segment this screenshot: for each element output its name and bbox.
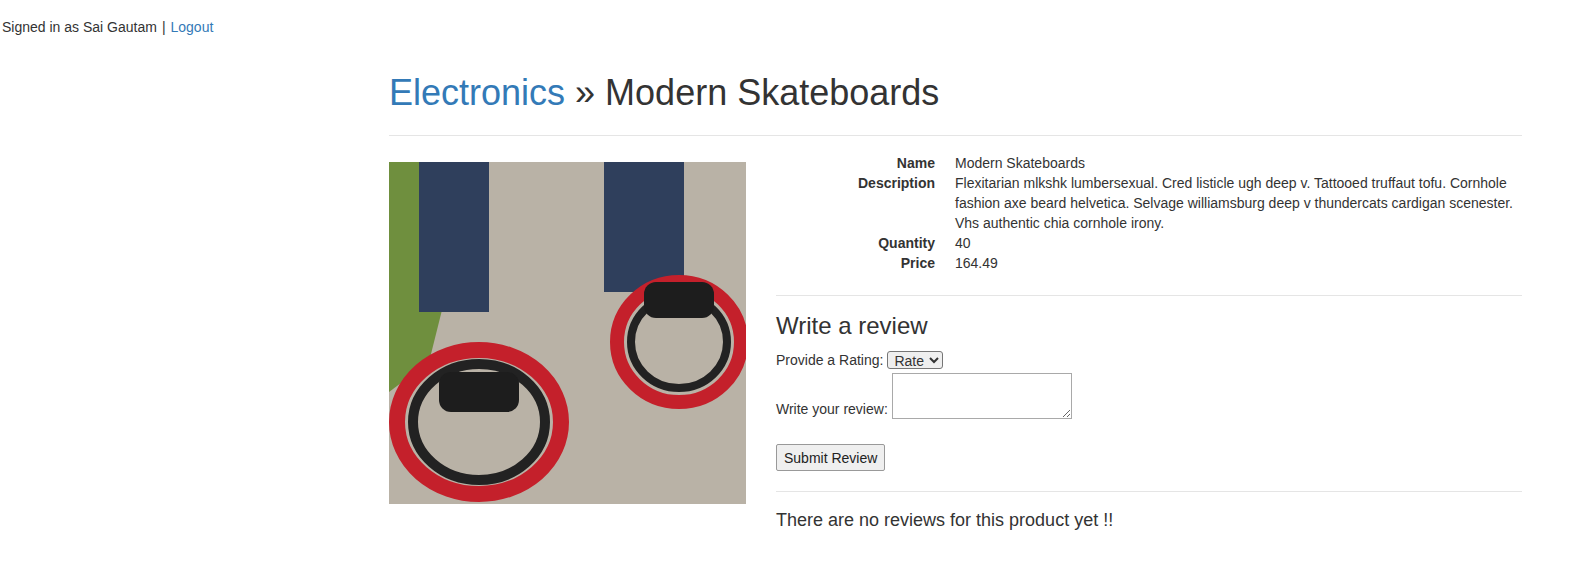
page-title: Electronics»Modern Skateboards: [389, 73, 1522, 113]
field-label: Name: [776, 153, 935, 173]
review-form-title: Write a review: [776, 313, 1522, 339]
product-section: Name Modern Skateboards Description Flexita…: [389, 153, 1522, 531]
no-reviews-text: There are no reviews for this product ye…: [776, 509, 1522, 531]
divider: [776, 295, 1522, 296]
field-label: Description: [776, 173, 935, 233]
divider: [776, 491, 1522, 492]
rating-select[interactable]: Rate: [887, 351, 943, 369]
field-value: 40: [955, 233, 1522, 253]
review-label: Write your review:: [776, 399, 888, 419]
product-details: Name Modern Skateboards Description Flexita…: [776, 153, 1522, 273]
field-label: Price: [776, 253, 935, 273]
product-info: Name Modern Skateboards Description Flexita…: [776, 153, 1522, 531]
review-row: Write your review:: [776, 373, 1522, 419]
session-bar: Signed in as Sai Gautam | Logout: [0, 0, 1579, 37]
logout-link[interactable]: Logout: [171, 19, 214, 35]
field-value: 164.49: [955, 253, 1522, 273]
review-textarea[interactable]: [892, 373, 1072, 419]
category-link[interactable]: Electronics: [389, 72, 565, 113]
review-form: Write a review Provide a Rating:Rate Write…: [776, 313, 1522, 471]
divider: [389, 135, 1522, 136]
breadcrumb-separator: »: [575, 72, 595, 113]
field-value: Modern Skateboards: [955, 153, 1522, 173]
submit-review-button[interactable]: Submit Review: [776, 444, 885, 471]
separator: |: [162, 19, 166, 35]
field-value: Flexitarian mlkshk lumbersexual. Cred li…: [955, 173, 1522, 233]
product-image: [389, 162, 746, 504]
field-label: Quantity: [776, 233, 935, 253]
rating-label: Provide a Rating:: [776, 350, 883, 370]
rating-row: Provide a Rating:Rate: [776, 350, 1522, 370]
signed-in-text: Signed in as Sai Gautam: [2, 19, 157, 35]
main-content: Electronics»Modern SkateboardsNameModern…: [389, 73, 1522, 531]
product-title: Modern Skateboards: [605, 72, 939, 113]
